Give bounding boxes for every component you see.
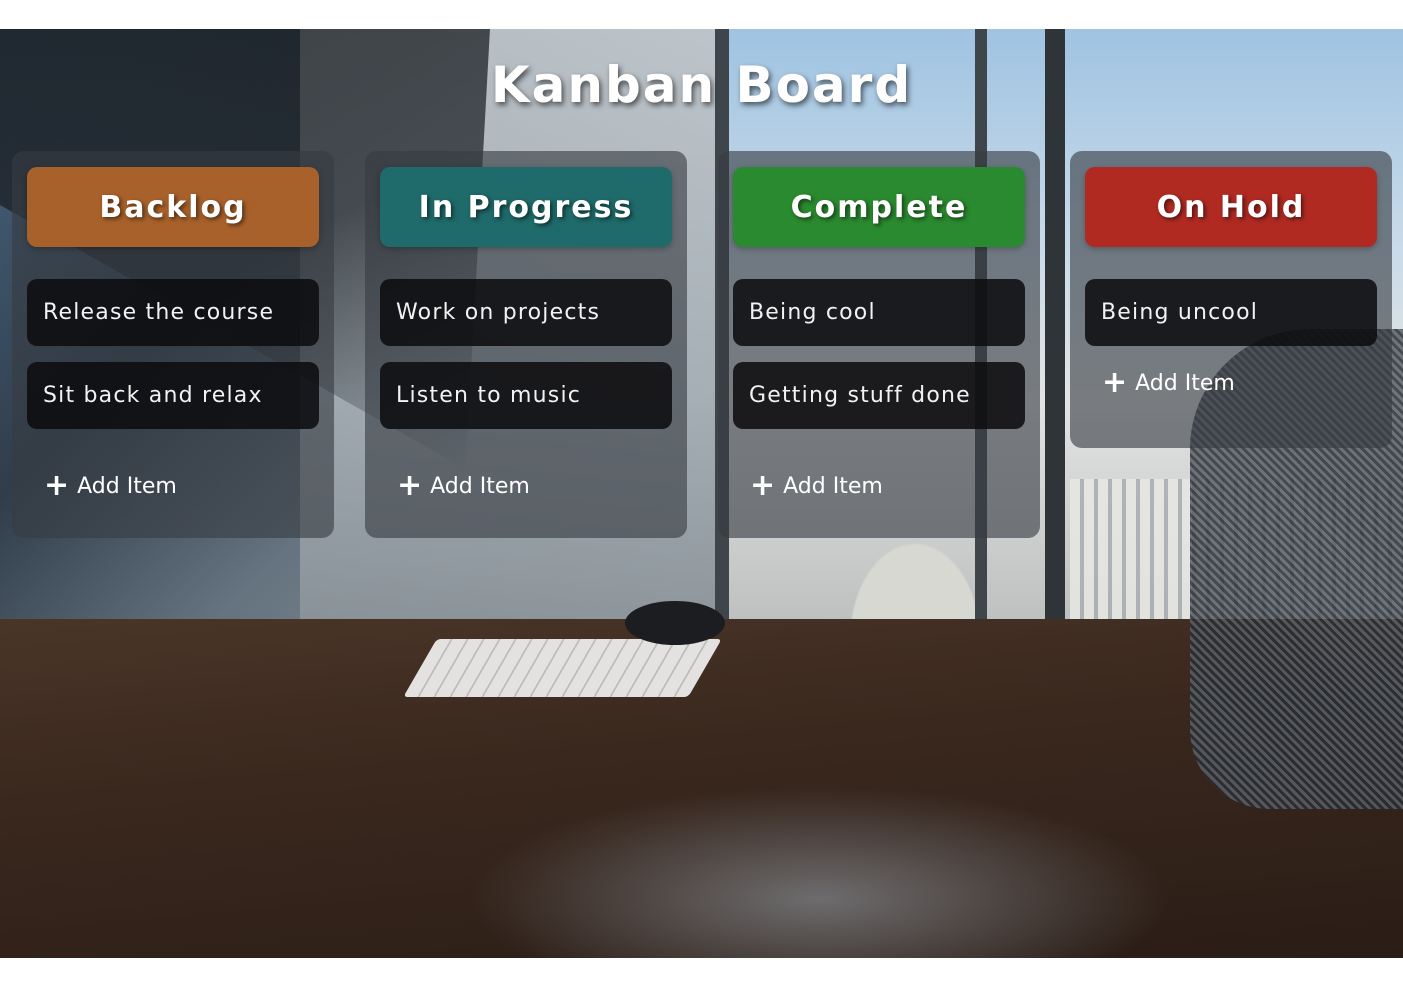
mouse [625,601,725,645]
list-item[interactable]: Work on projects [380,279,672,346]
column-backlog: Backlog Release the course Sit back and … [12,151,334,538]
item-list-complete: Being cool Getting stuff done [733,279,1025,429]
plus-icon: + [750,468,776,503]
add-item-button-in-progress[interactable]: + Add Item [380,471,672,501]
list-item[interactable]: Listen to music [380,362,672,429]
column-header-on-hold[interactable]: On Hold [1085,167,1377,247]
item-list-in-progress: Work on projects Listen to music [380,279,672,429]
list-item[interactable]: Sit back and relax [27,362,319,429]
page-title: Kanban Board [490,56,913,114]
plus-icon: + [44,468,70,503]
column-header-backlog[interactable]: Backlog [27,167,319,247]
keyboard [403,639,722,697]
list-item[interactable]: Getting stuff done [733,362,1025,429]
add-item-label: Add Item [77,473,177,499]
item-list-backlog: Release the course Sit back and relax [27,279,319,429]
column-header-in-progress[interactable]: In Progress [380,167,672,247]
add-item-label: Add Item [783,473,883,499]
column-header-complete[interactable]: Complete [733,167,1025,247]
list-item[interactable]: Being uncool [1085,279,1377,346]
kanban-board: Backlog Release the course Sit back and … [12,151,1392,551]
list-item[interactable]: Release the course [27,279,319,346]
add-item-button-on-hold[interactable]: + Add Item [1085,368,1377,398]
plus-icon: + [397,468,423,503]
item-list-on-hold: Being uncool [1085,279,1377,346]
add-item-button-complete[interactable]: + Add Item [733,471,1025,501]
column-complete: Complete Being cool Getting stuff done +… [718,151,1040,538]
column-on-hold: On Hold Being uncool + Add Item [1070,151,1392,448]
add-item-label: Add Item [430,473,530,499]
plus-icon: + [1102,365,1128,400]
add-item-label: Add Item [1135,370,1235,396]
list-item[interactable]: Being cool [733,279,1025,346]
add-item-button-backlog[interactable]: + Add Item [27,471,319,501]
column-in-progress: In Progress Work on projects Listen to m… [365,151,687,538]
